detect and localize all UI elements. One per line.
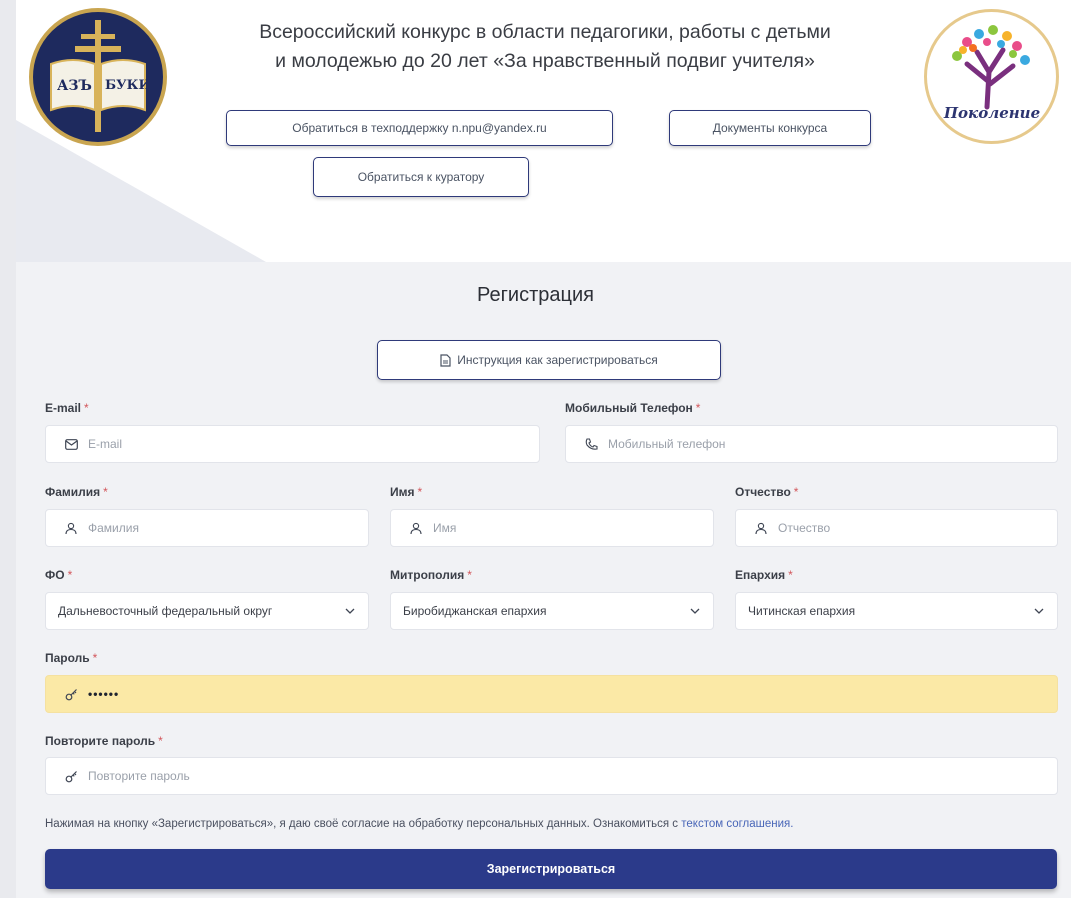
support-button[interactable]: Обратиться в техподдержку n.npu@yandex.r… — [226, 110, 613, 146]
patronymic-field[interactable]: Отчество — [735, 509, 1058, 547]
password-repeat-field[interactable]: Повторите пароль — [45, 757, 1058, 795]
email-field[interactable]: E-mail — [45, 425, 540, 463]
lastname-label: Фамилия * — [45, 485, 108, 499]
key-icon — [64, 769, 78, 783]
document-icon — [440, 353, 451, 367]
contest-logo: АЗЪ БУКИ — [29, 8, 167, 146]
lastname-placeholder: Фамилия — [88, 521, 139, 535]
email-placeholder: E-mail — [88, 437, 123, 451]
firstname-field[interactable]: Имя — [390, 509, 714, 547]
envelope-icon — [64, 437, 78, 451]
pokolenie-logo: Поколение — [924, 9, 1059, 144]
lastname-field[interactable]: Фамилия — [45, 509, 369, 547]
metropolis-selected-value: Биробиджанская епархия — [403, 604, 547, 618]
curator-button[interactable]: Обратиться к куратору — [313, 157, 529, 197]
password-repeat-label: Повторите пароль * — [45, 734, 163, 748]
contest-title-line1: Всероссийский конкурс в области педагоги… — [259, 21, 831, 43]
user-icon — [754, 521, 768, 535]
eparchy-label: Епархия * — [735, 568, 793, 582]
contest-title: Всероссийский конкурс в области педагоги… — [192, 18, 898, 76]
cross-book-icon — [50, 20, 146, 132]
page-left-edge — [0, 0, 16, 898]
firstname-placeholder: Имя — [433, 521, 457, 535]
firstname-label: Имя * — [390, 485, 423, 499]
key-icon — [64, 687, 78, 701]
documents-button[interactable]: Документы конкурса — [669, 110, 871, 146]
user-icon — [64, 521, 78, 535]
register-button[interactable]: Зарегистрироваться — [45, 849, 1057, 889]
phone-placeholder: Мобильный телефон — [608, 437, 726, 451]
phone-label: Мобильный Телефон * — [565, 401, 701, 415]
fo-selected-value: Дальневосточный федеральный округ — [58, 604, 273, 618]
logo-letters-left: АЗЪ — [57, 78, 92, 94]
fo-select[interactable]: Дальневосточный федеральный округ — [45, 592, 369, 630]
password-repeat-placeholder: Повторите пароль — [88, 769, 190, 783]
eparchy-select[interactable]: Читинская епархия — [735, 592, 1058, 630]
agreement-link[interactable]: текстом соглашения. — [681, 818, 793, 830]
registration-title: Регистрация — [477, 284, 594, 306]
password-field[interactable]: •••••• — [45, 675, 1058, 713]
phone-icon — [584, 437, 598, 451]
fo-label: ФО * — [45, 568, 73, 582]
contest-title-line2: и молодежью до 20 лет «За нравственный п… — [275, 50, 815, 72]
patronymic-label: Отчество * — [735, 485, 799, 499]
logo-right-text: Поколение — [943, 104, 1041, 122]
email-label: E-mail * — [45, 401, 89, 415]
patronymic-placeholder: Отчество — [778, 521, 831, 535]
consent-text: Нажимая на кнопку «Зарегистрироваться», … — [45, 818, 794, 830]
phone-field[interactable]: Мобильный телефон — [565, 425, 1058, 463]
metropolis-select[interactable]: Биробиджанская епархия — [390, 592, 714, 630]
eparchy-selected-value: Читинская епархия — [748, 604, 856, 618]
user-icon — [409, 521, 423, 535]
metropolis-label: Митрополия * — [390, 568, 472, 582]
password-value: •••••• — [88, 687, 120, 701]
chevron-down-icon — [344, 605, 356, 617]
logo-letters-right: БУКИ — [105, 78, 151, 93]
chevron-down-icon — [1033, 605, 1045, 617]
password-label: Пароль * — [45, 651, 98, 665]
instruction-button[interactable]: Инструкция как зарегистрироваться — [377, 340, 721, 380]
instruction-label: Инструкция как зарегистрироваться — [457, 353, 658, 367]
chevron-down-icon — [689, 605, 701, 617]
